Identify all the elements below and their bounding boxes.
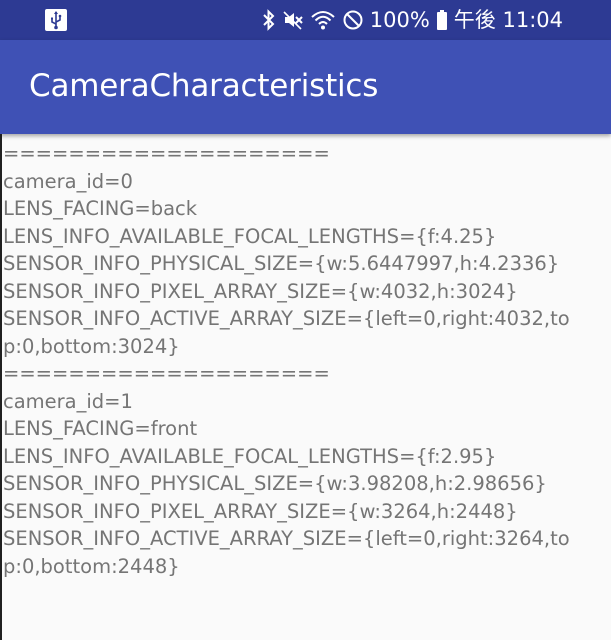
lens-facing-line: LENS_FACING=back	[3, 197, 198, 220]
physical-size-line: SENSOR_INFO_PHYSICAL_SIZE={w:5.6447997,h…	[3, 252, 560, 275]
active-array-size-line: SENSOR_INFO_ACTIVE_ARRAY_SIZE={left=0,ri…	[3, 307, 570, 330]
wifi-icon	[310, 9, 336, 31]
focal-lengths-line: LENS_INFO_AVAILABLE_FOCAL_LENGTHS={f:2.9…	[3, 444, 497, 468]
camera-id-line: camera_id=1	[3, 389, 133, 413]
do-not-disturb-icon	[342, 9, 364, 31]
status-bar: 100% 午後 11:04	[0, 0, 611, 40]
pixel-array-size-line: SENSOR_INFO_PIXEL_ARRAY_SIZE={w:4032,h:3…	[3, 279, 518, 303]
separator-line: ====================	[3, 142, 330, 165]
app-title: CameraCharacteristics	[29, 68, 379, 104]
battery-icon	[436, 9, 448, 31]
physical-size-line: SENSOR_INFO_PHYSICAL_SIZE={w:3.98208,h:2…	[3, 472, 547, 495]
camera-info-text: ==================== camera_id=0 LENS_FA…	[3, 140, 607, 580]
separator-line: ====================	[3, 362, 330, 385]
lens-facing-line: LENS_FACING=front	[3, 417, 198, 440]
usb-icon	[44, 8, 68, 32]
pixel-array-size-line: SENSOR_INFO_PIXEL_ARRAY_SIZE={w:3264,h:2…	[3, 499, 518, 523]
vibrate-mute-icon	[282, 9, 304, 31]
clock: 午後 11:04	[453, 8, 563, 32]
active-array-size-line-cont: p:0,bottom:3024}	[3, 334, 180, 358]
active-array-size-line: SENSOR_INFO_ACTIVE_ARRAY_SIZE={left=0,ri…	[3, 527, 570, 550]
battery-percent: 100%	[369, 8, 430, 32]
app-bar: CameraCharacteristics	[0, 40, 611, 134]
screen: 100% 午後 11:04 CameraCharacteristics ====…	[0, 0, 611, 640]
focal-lengths-line: LENS_INFO_AVAILABLE_FOCAL_LENGTHS={f:4.2…	[3, 224, 497, 248]
status-icons: 100% 午後 11:04	[262, 6, 563, 34]
left-edge-divider	[0, 134, 2, 640]
active-array-size-line-cont: p:0,bottom:2448}	[3, 554, 180, 578]
bluetooth-icon	[262, 9, 276, 31]
camera-id-line: camera_id=0	[3, 169, 133, 193]
